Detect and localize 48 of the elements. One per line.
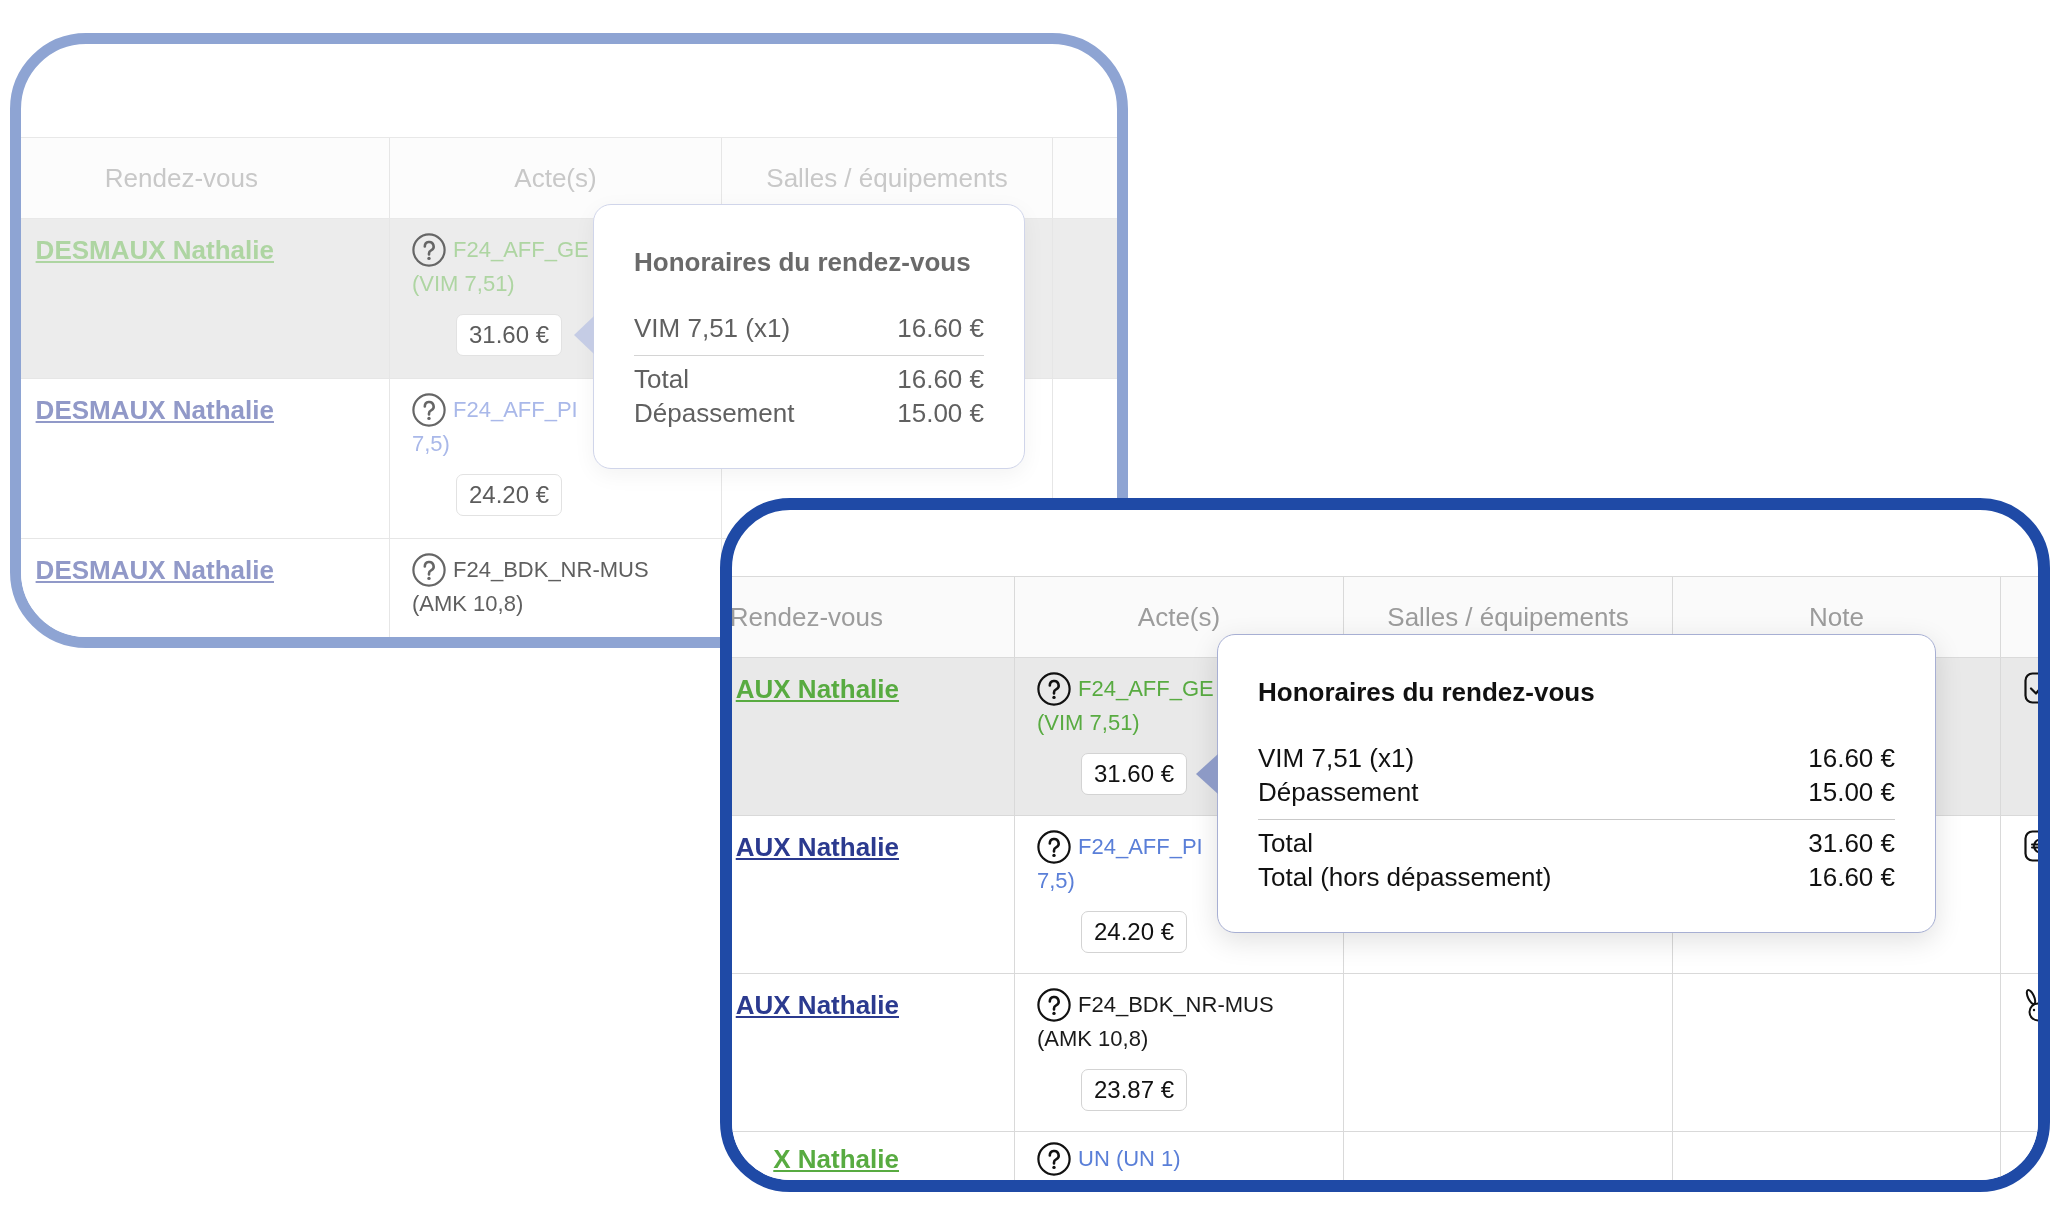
fee-badge[interactable]: 31.60 €	[456, 314, 563, 356]
act-label: (VIM 7,51)	[412, 270, 515, 298]
rabbit-icon[interactable]	[2024, 988, 2038, 1022]
act-code: F24_AFF_PI	[453, 396, 578, 424]
column-header: Salles / équipements	[1387, 602, 1629, 632]
act-label: 7,5)	[412, 430, 450, 458]
act-code: F24_BDK_NR-MUS	[1078, 991, 1274, 1019]
fee-label: Dépassement	[1258, 776, 1419, 809]
tooltip-title: Honoraires du rendez-vous	[634, 246, 971, 279]
fee-label: Dépassement	[634, 397, 795, 430]
act-code: UN (UN 1)	[1078, 1145, 1181, 1173]
fee-badge[interactable]: 23.87 €	[1081, 1069, 1188, 1111]
help-icon[interactable]	[1037, 988, 1071, 1022]
fee-amount: 16.60 €	[1808, 742, 1895, 775]
fee-label: Total (hors dépassement)	[1258, 861, 1552, 894]
tooltip-pointer	[1196, 754, 1218, 794]
fee-label: Total	[634, 363, 689, 396]
act-code: F24_BDK_NR-MUS	[453, 556, 649, 584]
fee-label: Total	[1258, 827, 1313, 860]
help-icon[interactable]	[1037, 672, 1071, 706]
column-header: Note	[1809, 602, 1864, 632]
fee-badge[interactable]: 24.20 €	[1081, 911, 1188, 953]
checkbox-icon[interactable]	[2024, 672, 2038, 704]
fee-badge[interactable]: 24.20 €	[456, 474, 563, 516]
act-label: (AMK 10,8)	[1037, 1025, 1149, 1053]
act-code: F24_AFF_GE	[453, 236, 589, 264]
patient-link[interactable]: AUX Nathalie	[735, 988, 899, 1022]
column-header: Rendez-vous	[732, 602, 883, 632]
help-icon[interactable]	[1037, 1142, 1071, 1176]
euro-icon[interactable]	[2024, 830, 2038, 862]
fee-label: VIM 7,51 (x1)	[1258, 742, 1415, 775]
help-icon[interactable]	[1037, 830, 1071, 864]
fee-amount: 16.60 €	[897, 363, 984, 396]
act-label: (AMK 10,8)	[412, 590, 524, 618]
act-code: F24_AFF_PI	[1078, 833, 1203, 861]
fee-amount: 31.60 €	[1808, 827, 1895, 860]
fee-amount: 15.00 €	[1808, 776, 1895, 809]
fee-label: VIM 7,51 (x1)	[634, 312, 791, 345]
patient-link[interactable]: AUX Nathalie	[735, 830, 899, 864]
fee-amount: 15.00 €	[897, 397, 984, 430]
fee-amount: 16.60 €	[1808, 861, 1895, 894]
tooltip-title: Honoraires du rendez-vous	[1258, 676, 1595, 709]
act-label: 7,5)	[1037, 867, 1075, 895]
act-label: (VIM 7,51)	[1037, 709, 1140, 737]
column-header: Acte(s)	[1137, 602, 1221, 632]
fee-badge[interactable]: 31.60 €	[1081, 753, 1188, 795]
act-code: F24_AFF_GE	[1078, 675, 1214, 703]
fee-amount: 16.60 €	[897, 312, 984, 345]
